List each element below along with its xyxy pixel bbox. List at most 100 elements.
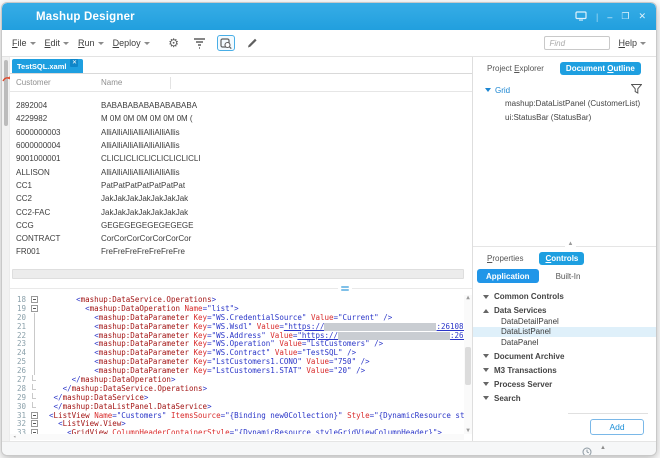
table-row[interactable]: CCGGEGEGEGEGEGEGEGE xyxy=(16,219,472,232)
grid-column-header-customer[interactable]: Customer xyxy=(16,78,101,87)
menu-item-edit[interactable]: Edit xyxy=(45,38,70,48)
line-number: 31 xyxy=(10,411,28,420)
fold-marker[interactable] xyxy=(28,393,40,402)
scroll-down-icon[interactable]: ▼ xyxy=(464,428,472,434)
add-button[interactable]: Add xyxy=(590,419,644,435)
panel-divider[interactable]: ▲ xyxy=(473,246,656,247)
title-bar[interactable]: Mashup Designer | – ❐ ✕ xyxy=(2,3,656,30)
fold-marker[interactable] xyxy=(28,339,40,348)
fold-marker[interactable] xyxy=(28,331,40,340)
table-row[interactable]: FR001FreFreFreFreFreFreFre xyxy=(16,245,472,258)
line-number: 30 xyxy=(10,402,28,411)
cell-name: BABABABABABABABABA xyxy=(101,101,251,110)
menu-item-run[interactable]: Run xyxy=(78,38,104,48)
fold-marker[interactable] xyxy=(28,322,40,331)
line-number: 29 xyxy=(10,393,28,402)
tab-controls[interactable]: Controls xyxy=(539,252,584,265)
fold-marker[interactable] xyxy=(28,384,40,393)
tree-section-process-server[interactable]: Process Server xyxy=(473,379,656,390)
table-row[interactable]: CC2JakJakJakJakJakJakJak xyxy=(16,192,472,205)
code-text: </mashup:DataService.Operations> xyxy=(40,384,472,393)
scroll-up-icon[interactable]: ▲ xyxy=(464,295,472,301)
table-row[interactable]: 6000000003AlliAlliAlliAlliAlliAlliAllis xyxy=(16,126,472,139)
settings-icon[interactable]: ⚙ xyxy=(165,35,183,51)
tray-caret-icon[interactable]: ▲ xyxy=(600,445,606,451)
fold-marker[interactable] xyxy=(28,419,40,428)
filter-funnel-icon[interactable] xyxy=(631,84,642,96)
cell-customer: CC1 xyxy=(16,181,101,190)
grid-rows: 2892004BABABABABABABABABA4229982M 0M 0M … xyxy=(10,92,472,259)
clock-icon[interactable] xyxy=(582,444,592,456)
design-surface[interactable]: CustomerName 2892004BABABABABABABABABA42… xyxy=(10,73,472,283)
code-lines: 18 <mashup:DataService.Operations>19 <ma… xyxy=(10,295,472,437)
tree-section-data-services[interactable]: Data Services xyxy=(473,305,656,316)
cell-customer: ALLISON xyxy=(16,168,101,177)
fold-marker[interactable] xyxy=(28,304,40,313)
fold-marker[interactable] xyxy=(28,357,40,366)
left-scrollbar[interactable] xyxy=(4,60,8,126)
close-button[interactable]: ✕ xyxy=(638,11,646,22)
horizontal-splitter[interactable] xyxy=(10,283,472,293)
fold-marker[interactable] xyxy=(28,366,40,375)
edit-icon[interactable] xyxy=(243,35,261,51)
find-input[interactable] xyxy=(544,36,610,50)
tree-item-datadetailpanel[interactable]: DataDetailPanel xyxy=(473,316,656,327)
fold-marker[interactable] xyxy=(28,348,40,357)
filter-icon[interactable] xyxy=(191,35,209,51)
fold-marker[interactable] xyxy=(28,411,40,420)
subtab-application[interactable]: Application xyxy=(477,269,539,283)
editor-horizontal-scrollbar[interactable]: ◂ xyxy=(10,434,464,440)
menu-item-help[interactable]: Help xyxy=(618,38,646,48)
tab-properties[interactable]: Properties xyxy=(481,252,529,265)
tree-section-search[interactable]: Search xyxy=(473,393,656,404)
tree-section-common-controls[interactable]: Common Controls xyxy=(473,291,656,302)
table-row[interactable]: ALLISONAlliAlliAlliAlliAlliAlliAllis xyxy=(16,165,472,178)
preview-icon[interactable] xyxy=(217,35,235,51)
grid-column-header-name[interactable]: Name xyxy=(101,77,171,89)
cell-name: JakJakJakJakJakJakJak xyxy=(101,208,251,217)
code-text: <mashup:DataParameter Key="LstCustomers1… xyxy=(40,357,472,366)
xaml-code-editor[interactable]: 18 <mashup:DataService.Operations>19 <ma… xyxy=(10,293,472,441)
fold-marker[interactable] xyxy=(28,313,40,322)
table-row[interactable]: 9001000001CLICLICLICLICLICLICLICLI xyxy=(16,152,472,165)
code-text: <mashup:DataParameter Key="WS.Contract" … xyxy=(40,348,472,357)
outline-item[interactable]: ui:StatusBar (StatusBar) xyxy=(473,110,656,124)
menu-item-file[interactable]: File xyxy=(12,38,36,48)
collapse-caret-icon[interactable]: ▲ xyxy=(565,241,577,247)
tab-testsql-xaml[interactable]: TestSQL.xaml ✕ xyxy=(12,59,83,73)
outline-root-grid[interactable]: Grid xyxy=(473,84,656,96)
tree-section-document-archive[interactable]: Document Archive xyxy=(473,351,656,362)
right-panel: Project Explorer Document Outline Grid ma… xyxy=(472,57,656,441)
table-row[interactable]: 4229982M 0M 0M 0M 0M 0M 0M ( xyxy=(16,112,472,125)
code-text: <mashup:DataService.Operations> xyxy=(40,295,472,304)
fold-marker[interactable] xyxy=(28,375,40,384)
grid-header: CustomerName xyxy=(10,74,472,92)
menu-item-deploy[interactable]: Deploy xyxy=(113,38,150,48)
tab-project-explorer[interactable]: Project Explorer xyxy=(481,62,550,75)
minimize-button[interactable]: – xyxy=(607,12,612,22)
subtab-built-in[interactable]: Built-In xyxy=(547,269,590,283)
table-row[interactable]: CC2-FACJakJakJakJakJakJakJak xyxy=(16,205,472,218)
cell-name: GEGEGEGEGEGEGEGE xyxy=(101,221,251,230)
table-row[interactable]: CC1PatPatPatPatPatPatPat xyxy=(16,179,472,192)
outline-item[interactable]: mashup:DataListPanel (CustomerList) xyxy=(473,96,656,110)
tree-item-datalistpanel[interactable]: DataListPanel xyxy=(473,327,656,338)
scrollbar-thumb[interactable] xyxy=(465,347,471,385)
tree-section-m3-transactions[interactable]: M3 Transactions xyxy=(473,365,656,376)
add-row: Add xyxy=(473,411,656,441)
table-row[interactable]: 6000000004AlliAlliAlliAlliAlliAlliAllis xyxy=(16,139,472,152)
line-number: 32 xyxy=(10,419,28,428)
code-line-25: 25 <mashup:DataParameter Key="LstCustome… xyxy=(10,357,472,366)
editor-vertical-scrollbar[interactable]: ▲ ▼ xyxy=(464,295,472,434)
tree-item-datapanel[interactable]: DataPanel xyxy=(473,337,656,348)
tab-close-icon[interactable]: ✕ xyxy=(70,59,78,67)
tab-document-outline[interactable]: Document Outline xyxy=(560,62,641,75)
display-icon[interactable] xyxy=(575,11,587,23)
fold-marker[interactable] xyxy=(28,402,40,411)
table-row[interactable]: CONTRACTCorCorCorCorCorCorCor xyxy=(16,232,472,245)
restore-button[interactable]: ❐ xyxy=(621,11,629,22)
splitter-handle[interactable] xyxy=(338,285,352,292)
table-row[interactable]: 2892004BABABABABABABABABA xyxy=(16,99,472,112)
line-number: 22 xyxy=(10,331,28,340)
fold-marker[interactable] xyxy=(28,295,40,304)
